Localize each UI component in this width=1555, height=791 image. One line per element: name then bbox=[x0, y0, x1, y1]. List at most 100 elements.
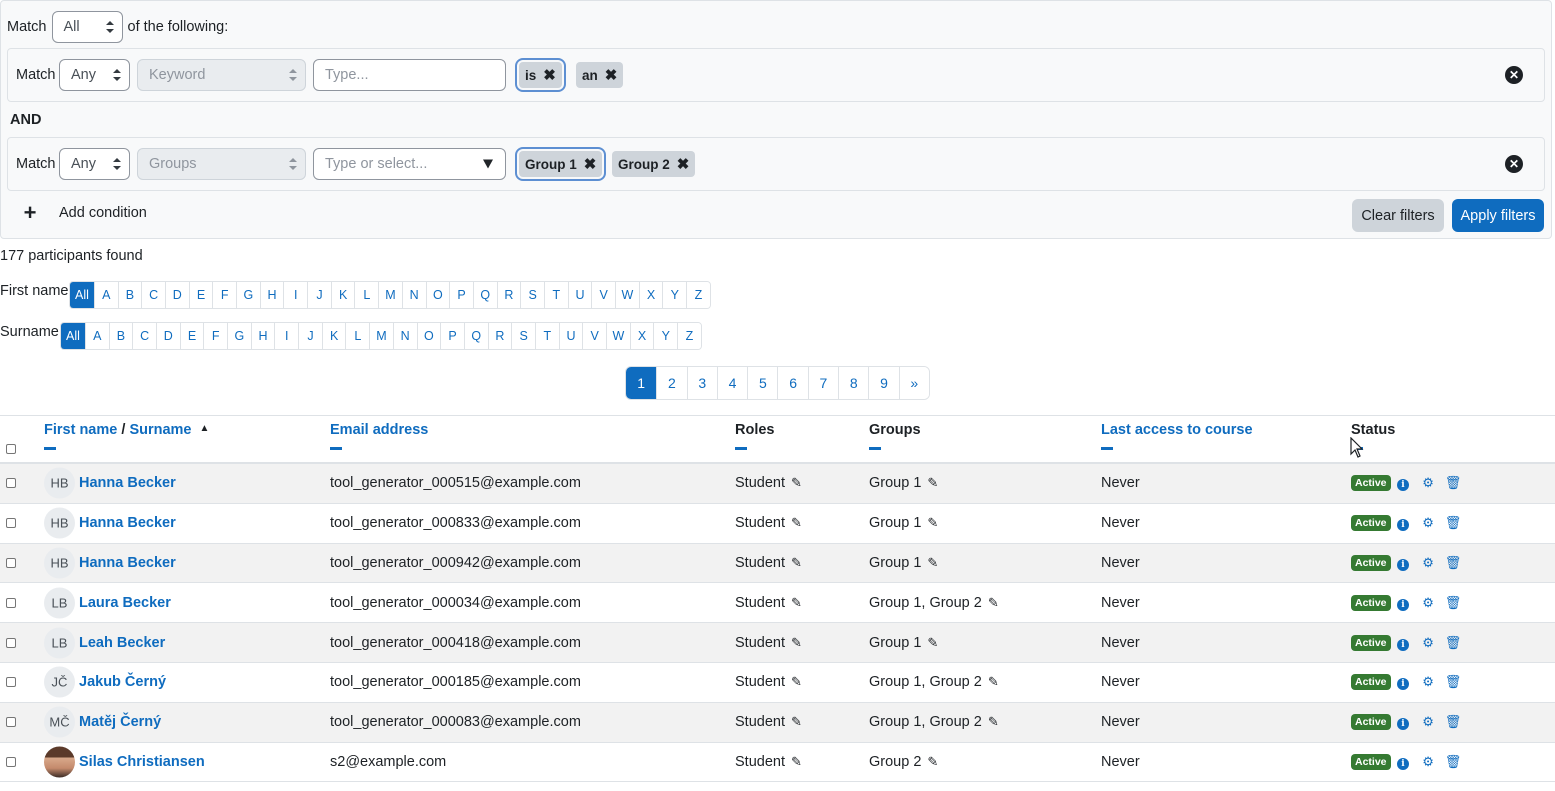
first-name-initial-f[interactable]: F bbox=[212, 282, 237, 308]
edit-roles-pencil-icon[interactable]: ✎ bbox=[791, 714, 802, 730]
surname-initial-n[interactable]: N bbox=[392, 323, 417, 349]
row-select-checkbox[interactable] bbox=[6, 478, 16, 489]
unenrol-trash-icon[interactable]: 🗑 bbox=[1441, 714, 1466, 730]
remove-condition-icon[interactable]: ✕ bbox=[1505, 66, 1523, 84]
edit-roles-pencil-icon[interactable]: ✎ bbox=[791, 674, 802, 690]
first-name-initial-p[interactable]: P bbox=[449, 282, 473, 308]
row-select-checkbox[interactable] bbox=[6, 518, 16, 529]
surname-initial-all[interactable]: All bbox=[61, 323, 85, 349]
sort-first-name-link[interactable]: First name bbox=[44, 422, 117, 438]
first-name-initial-g[interactable]: G bbox=[236, 282, 260, 308]
row-select-checkbox[interactable] bbox=[6, 597, 16, 608]
edit-enrolment-gear-icon[interactable]: ⚙ bbox=[1416, 475, 1441, 491]
keyword-input[interactable]: Type... bbox=[313, 59, 506, 91]
apply-filters-button[interactable]: Apply filters bbox=[1452, 199, 1544, 232]
unenrol-trash-icon[interactable]: 🗑 bbox=[1441, 475, 1466, 491]
dropdown-caret-icon[interactable] bbox=[483, 159, 493, 169]
edit-groups-pencil-icon[interactable]: ✎ bbox=[927, 515, 938, 531]
enrolment-info-icon[interactable]: i bbox=[1391, 635, 1416, 651]
surname-initial-p[interactable]: P bbox=[440, 323, 464, 349]
edit-groups-pencil-icon[interactable]: ✎ bbox=[927, 555, 938, 571]
participant-name-link[interactable]: Jakub Černý bbox=[79, 674, 166, 690]
surname-initial-v[interactable]: V bbox=[582, 323, 607, 349]
edit-groups-pencil-icon[interactable]: ✎ bbox=[988, 674, 999, 690]
surname-initial-t[interactable]: T bbox=[534, 323, 559, 349]
surname-initial-h[interactable]: H bbox=[250, 323, 275, 349]
collapse-column-icon[interactable] bbox=[330, 447, 342, 450]
select-all-checkbox[interactable] bbox=[6, 442, 16, 458]
edit-groups-pencil-icon[interactable]: ✎ bbox=[988, 595, 999, 611]
first-name-initial-k[interactable]: K bbox=[330, 282, 355, 308]
surname-initial-d[interactable]: D bbox=[155, 323, 180, 349]
edit-roles-pencil-icon[interactable]: ✎ bbox=[791, 475, 802, 491]
enrolment-info-icon[interactable]: i bbox=[1391, 515, 1416, 532]
page-link[interactable]: 7 bbox=[807, 367, 839, 399]
row-select-checkbox[interactable] bbox=[6, 637, 16, 648]
surname-initial-u[interactable]: U bbox=[558, 323, 583, 349]
page-link[interactable]: 2 bbox=[656, 367, 687, 399]
edit-roles-pencil-icon[interactable]: ✎ bbox=[791, 595, 802, 611]
first-name-initial-b[interactable]: B bbox=[117, 282, 142, 308]
first-name-initial-t[interactable]: T bbox=[543, 282, 568, 308]
unenrol-trash-icon[interactable]: 🗑 bbox=[1441, 754, 1466, 770]
collapse-column-icon[interactable] bbox=[44, 447, 56, 450]
participant-name-link[interactable]: Hanna Becker bbox=[79, 515, 176, 531]
first-name-initial-y[interactable]: Y bbox=[662, 282, 687, 308]
surname-initial-l[interactable]: L bbox=[345, 323, 370, 349]
first-name-initial-q[interactable]: Q bbox=[472, 282, 497, 308]
collapse-column-icon[interactable] bbox=[1101, 447, 1113, 450]
first-name-initial-l[interactable]: L bbox=[354, 282, 379, 308]
first-name-initial-v[interactable]: V bbox=[591, 282, 616, 308]
remove-chip-icon[interactable]: ✖ bbox=[584, 155, 597, 173]
first-name-initial-o[interactable]: O bbox=[425, 282, 450, 308]
surname-initial-j[interactable]: J bbox=[298, 323, 322, 349]
remove-chip-icon[interactable]: ✖ bbox=[543, 66, 556, 84]
enrolment-info-icon[interactable]: i bbox=[1391, 754, 1416, 770]
surname-initial-c[interactable]: C bbox=[132, 323, 156, 349]
edit-roles-pencil-icon[interactable]: ✎ bbox=[791, 754, 802, 770]
filter-chip[interactable]: Group 2 ✖ bbox=[612, 151, 696, 177]
row-select-checkbox[interactable] bbox=[6, 677, 16, 688]
edit-enrolment-gear-icon[interactable]: ⚙ bbox=[1416, 754, 1441, 770]
edit-enrolment-gear-icon[interactable]: ⚙ bbox=[1416, 595, 1441, 611]
first-name-initial-m[interactable]: M bbox=[378, 282, 402, 308]
surname-initial-x[interactable]: X bbox=[629, 323, 654, 349]
first-name-initial-e[interactable]: E bbox=[188, 282, 213, 308]
unenrol-trash-icon[interactable]: 🗑 bbox=[1441, 635, 1466, 651]
surname-initial-y[interactable]: Y bbox=[653, 323, 678, 349]
surname-initial-f[interactable]: F bbox=[203, 323, 228, 349]
participant-name-link[interactable]: Leah Becker bbox=[79, 635, 165, 651]
enrolment-info-icon[interactable]: i bbox=[1391, 595, 1416, 611]
surname-initial-b[interactable]: B bbox=[108, 323, 133, 349]
collapse-column-icon[interactable] bbox=[735, 447, 747, 450]
sort-surname-link[interactable]: Surname bbox=[129, 422, 191, 438]
surname-initial-o[interactable]: O bbox=[416, 323, 441, 349]
edit-roles-pencil-icon[interactable]: ✎ bbox=[791, 555, 802, 571]
remove-chip-icon[interactable]: ✖ bbox=[605, 66, 618, 84]
remove-condition-icon[interactable]: ✕ bbox=[1505, 155, 1523, 173]
surname-initial-w[interactable]: W bbox=[606, 323, 630, 349]
surname-initial-r[interactable]: R bbox=[487, 323, 512, 349]
surname-initial-m[interactable]: M bbox=[369, 323, 393, 349]
first-name-initial-r[interactable]: R bbox=[496, 282, 521, 308]
edit-enrolment-gear-icon[interactable]: ⚙ bbox=[1416, 515, 1441, 531]
page-link[interactable]: 9 bbox=[868, 367, 899, 399]
next-page-link[interactable]: » bbox=[898, 367, 929, 399]
surname-initial-q[interactable]: Q bbox=[463, 323, 488, 349]
participant-name-link[interactable]: Silas Christiansen bbox=[79, 754, 205, 770]
first-name-initial-s[interactable]: S bbox=[520, 282, 544, 308]
edit-enrolment-gear-icon[interactable]: ⚙ bbox=[1416, 635, 1441, 651]
unenrol-trash-icon[interactable]: 🗑 bbox=[1441, 515, 1466, 531]
surname-initial-a[interactable]: A bbox=[84, 323, 109, 349]
first-name-initial-i[interactable]: I bbox=[283, 282, 308, 308]
enrolment-info-icon[interactable]: i bbox=[1391, 714, 1416, 731]
surname-initial-g[interactable]: G bbox=[227, 323, 251, 349]
first-name-initial-u[interactable]: U bbox=[567, 282, 592, 308]
add-condition-button[interactable]: + Add condition bbox=[23, 202, 147, 224]
edit-enrolment-gear-icon[interactable]: ⚙ bbox=[1416, 674, 1441, 690]
participant-name-link[interactable]: Hanna Becker bbox=[79, 475, 176, 491]
groups-autocomplete-input[interactable]: Type or select... bbox=[313, 148, 506, 180]
edit-roles-pencil-icon[interactable]: ✎ bbox=[791, 515, 802, 531]
enrolment-info-icon[interactable]: i bbox=[1391, 555, 1416, 571]
edit-groups-pencil-icon[interactable]: ✎ bbox=[927, 754, 938, 770]
